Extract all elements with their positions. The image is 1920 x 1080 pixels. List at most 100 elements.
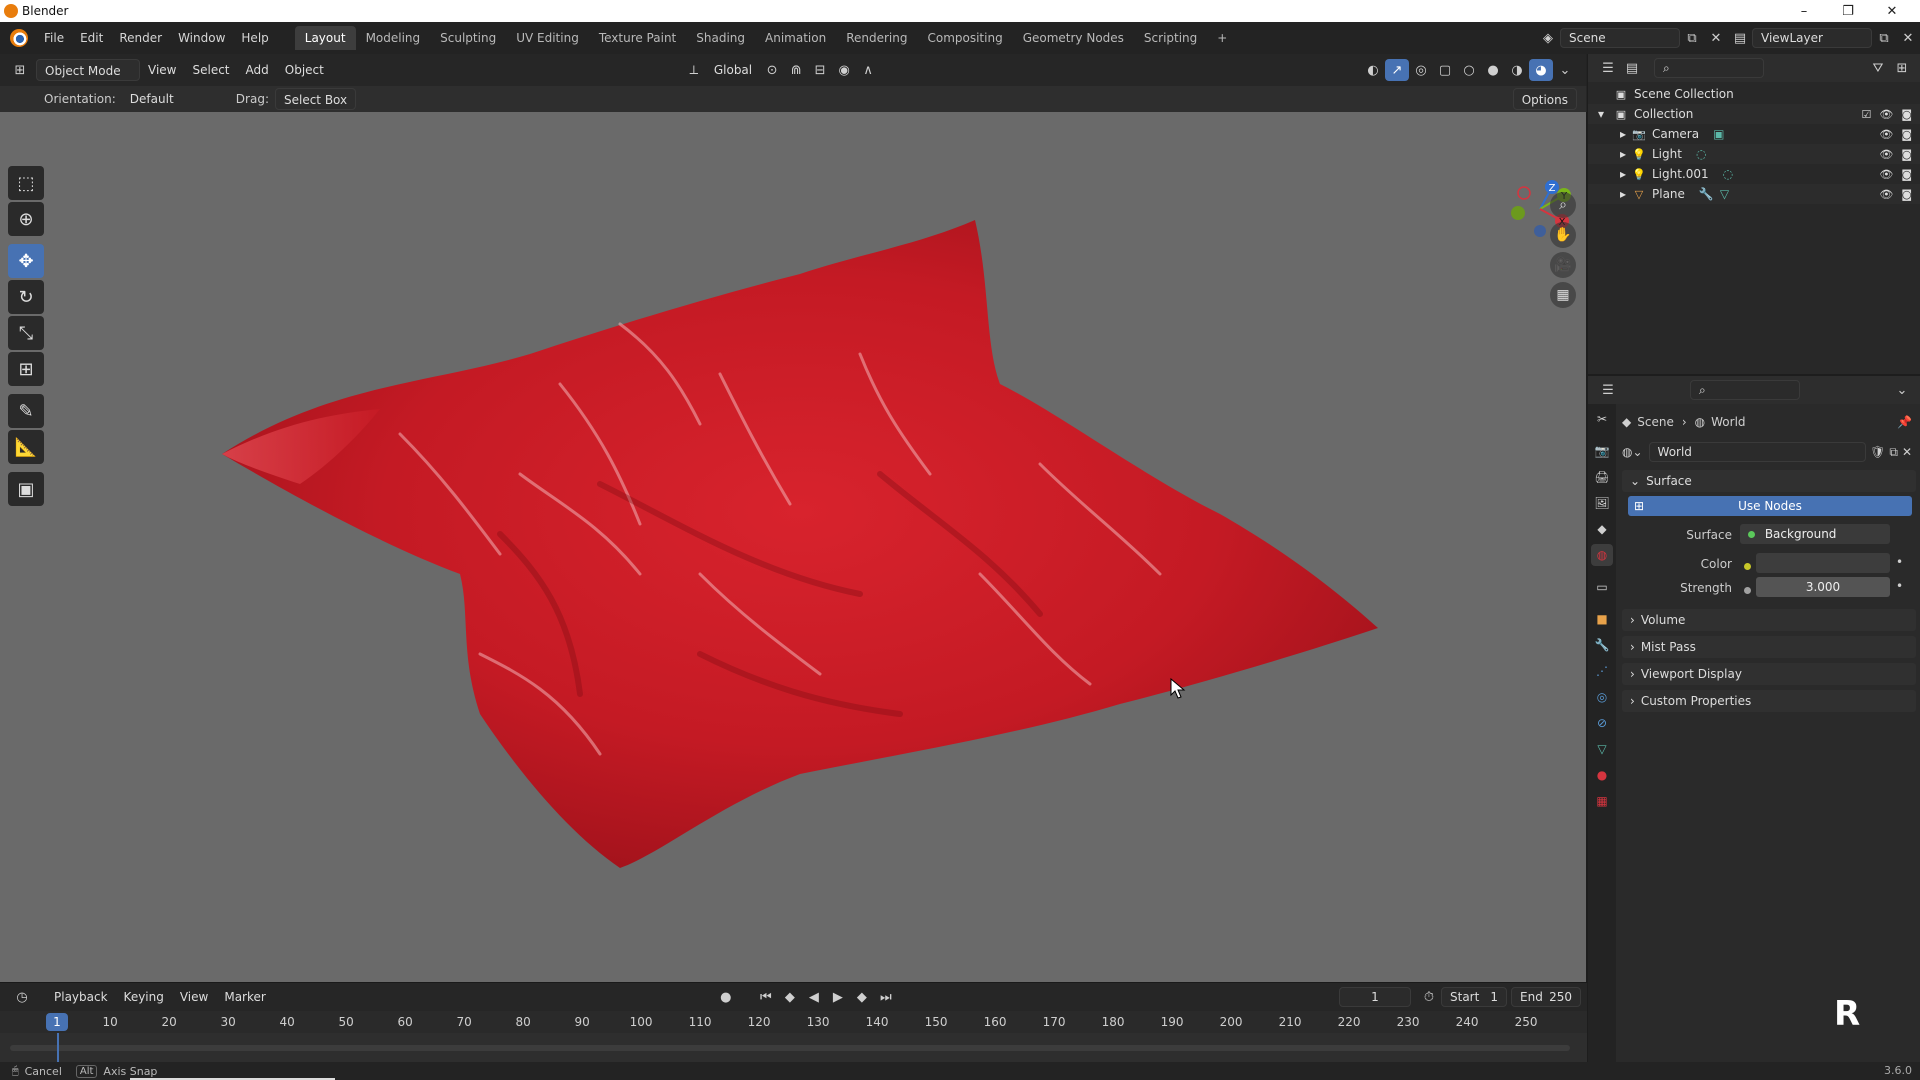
visibility-icon[interactable]: ◐ (1361, 59, 1385, 81)
eye-icon[interactable]: 👁 (1879, 148, 1893, 161)
play-reverse-icon[interactable]: ◀ (802, 986, 826, 1008)
properties-editor-type-icon[interactable]: ☰ (1596, 379, 1620, 401)
zoom-icon[interactable]: ⌕ (1550, 192, 1576, 218)
volume-panel-header[interactable]: › Volume (1622, 609, 1916, 631)
camera-render-icon[interactable]: ◙ (1901, 148, 1912, 161)
add-workspace-button[interactable]: + (1207, 26, 1237, 50)
shading-options-icon[interactable]: ⌄ (1553, 59, 1577, 81)
transform-tool-icon[interactable]: ⊞ (8, 352, 44, 386)
preview-range-icon[interactable]: ⏱ (1417, 986, 1441, 1008)
tab-layout[interactable]: Layout (294, 26, 356, 50)
data-tab-icon[interactable]: ▽ (1591, 738, 1613, 760)
menu-marker[interactable]: Marker (216, 986, 273, 1008)
collection-tab-icon[interactable]: ▭ (1591, 576, 1613, 598)
options-button[interactable]: Options (1512, 88, 1577, 110)
move-tool-icon[interactable]: ✥ (8, 244, 44, 278)
mist-pass-panel-header[interactable]: › Mist Pass (1622, 636, 1916, 658)
timeline-ruler[interactable]: 1 10 20 30 40 50 60 70 80 90 100 110 120 130 140 150 160… (8, 1011, 1578, 1033)
timeline-menu-view[interactable]: View (172, 986, 216, 1008)
pin-icon[interactable]: 📌 (1897, 415, 1912, 429)
annotate-tool-icon[interactable]: ✎ (8, 394, 44, 428)
mode-selector[interactable]: Object Mode (36, 59, 140, 81)
proportional-edit-icon[interactable]: ◉ (832, 59, 856, 81)
fake-user-icon[interactable]: 🛡 (1870, 445, 1885, 459)
render-tab-icon[interactable]: 📷 (1591, 440, 1613, 462)
gizmo-toggle-icon[interactable]: ↗ (1385, 59, 1409, 81)
select-box-tool-icon[interactable]: ⬚ (8, 166, 44, 200)
use-nodes-button[interactable]: ⊞ Use Nodes (1628, 496, 1912, 516)
expand-arrow-icon[interactable]: ▸ (1588, 147, 1632, 161)
texture-tab-icon[interactable]: ▦ (1591, 790, 1613, 812)
menu-keying[interactable]: Keying (116, 986, 172, 1008)
material-shading-icon[interactable]: ◑ (1505, 59, 1529, 81)
overlay-icon[interactable]: ◎ (1409, 59, 1433, 81)
strength-socket-icon[interactable] (1744, 587, 1751, 594)
rendered-shading-icon[interactable]: ◕ (1529, 59, 1553, 81)
editor-type-icon[interactable]: ⊞ (8, 59, 32, 81)
outliner-item-light[interactable]: ▸ 💡 Light ◌ 👁 ◙ (1588, 144, 1920, 164)
menu-render[interactable]: Render (111, 26, 170, 50)
cursor-tool-icon[interactable]: ⊕ (8, 202, 44, 236)
menu-add[interactable]: Add (238, 59, 277, 81)
end-frame-field[interactable]: End 250 (1511, 987, 1581, 1007)
surface-shader-selector[interactable]: Background (1740, 524, 1890, 544)
tool-tab-icon[interactable]: ✂ (1591, 408, 1613, 430)
unlink-world-icon[interactable]: ✕ (1902, 445, 1912, 459)
constraints-tab-icon[interactable]: ⊘ (1591, 712, 1613, 734)
timeline-track[interactable] (0, 1033, 1587, 1063)
outliner-item-camera[interactable]: ▸ 📷 Camera ▣ 👁 ◙ (1588, 124, 1920, 144)
eye-icon[interactable]: 👁 (1879, 188, 1893, 201)
checkbox-icon[interactable]: ☑ (1861, 108, 1871, 121)
modifier-tab-icon[interactable]: 🔧 (1591, 634, 1613, 656)
tab-uv-editing[interactable]: UV Editing (506, 26, 589, 50)
camera-view-icon[interactable]: 🎥 (1550, 252, 1576, 278)
outliner-search-input[interactable]: ⌕ (1654, 58, 1764, 78)
menu-file[interactable]: File (36, 26, 72, 50)
eye-icon[interactable]: 👁 (1879, 168, 1893, 181)
world-browse-icon[interactable]: ◍⌄ (1622, 445, 1643, 459)
current-frame-field[interactable]: 1 (1339, 987, 1411, 1007)
blender-menu-icon[interactable] (10, 29, 28, 47)
timeline-editor-type-icon[interactable]: ◷ (10, 986, 34, 1008)
scene-selector[interactable]: Scene (1560, 28, 1680, 48)
tab-sculpting[interactable]: Sculpting (430, 26, 506, 50)
pivot-point-icon[interactable]: ⊙ (760, 59, 784, 81)
scene-browse-icon[interactable]: ◈ (1536, 27, 1560, 49)
start-frame-field[interactable]: Start 1 (1441, 987, 1507, 1007)
drag-selector[interactable]: Select Box (274, 88, 357, 110)
camera-render-icon[interactable]: ◙ (1901, 128, 1912, 141)
camera-render-icon[interactable]: ◙ (1901, 188, 1912, 201)
jump-end-icon[interactable]: ⏭ (874, 986, 898, 1008)
xray-icon[interactable]: ▢ (1433, 59, 1457, 81)
solid-shading-icon[interactable]: ● (1481, 59, 1505, 81)
physics-tab-icon[interactable]: ◎ (1591, 686, 1613, 708)
current-frame-marker[interactable]: 1 (46, 1013, 68, 1031)
falloff-icon[interactable]: ∧ (856, 59, 880, 81)
output-tab-icon[interactable]: 🖨 (1591, 466, 1613, 488)
tab-animation[interactable]: Animation (755, 26, 836, 50)
scene-tab-icon[interactable]: ◆ (1591, 518, 1613, 540)
particles-tab-icon[interactable]: ⋰ (1591, 660, 1613, 682)
camera-render-icon[interactable]: ◙ (1901, 168, 1912, 181)
expand-arrow-icon[interactable]: ▸ (1588, 167, 1632, 181)
delete-viewlayer-icon[interactable]: ✕ (1896, 27, 1920, 49)
properties-search-input[interactable]: ⌕ (1690, 380, 1800, 400)
grid-view-icon[interactable]: ▦ (1550, 282, 1576, 308)
custom-properties-panel-header[interactable]: › Custom Properties (1622, 690, 1916, 712)
outliner-item-light-001[interactable]: ▸ 💡 Light.001 ◌ 👁 ◙ (1588, 164, 1920, 184)
scale-tool-icon[interactable]: ⤡ (8, 316, 44, 350)
tab-modeling[interactable]: Modeling (356, 26, 431, 50)
display-mode-icon[interactable]: ▤ (1620, 57, 1644, 79)
play-icon[interactable]: ▶ (826, 986, 850, 1008)
viewlayer-selector[interactable]: ViewLayer (1752, 28, 1872, 48)
tab-rendering[interactable]: Rendering (836, 26, 917, 50)
keyframe-dot-icon[interactable]: • (1896, 579, 1903, 593)
material-tab-icon[interactable]: ● (1591, 764, 1613, 786)
menu-window[interactable]: Window (170, 26, 233, 50)
tab-compositing[interactable]: Compositing (917, 26, 1012, 50)
delete-scene-icon[interactable]: ✕ (1704, 27, 1728, 49)
3d-viewport[interactable]: ⊞ Object Mode View Select Add Object ⟂ G… (0, 54, 1587, 982)
outliner-scene-collection[interactable]: ▣ Scene Collection (1588, 84, 1920, 104)
close-button[interactable]: ✕ (1872, 0, 1912, 22)
eye-icon[interactable]: 👁 (1879, 108, 1893, 121)
